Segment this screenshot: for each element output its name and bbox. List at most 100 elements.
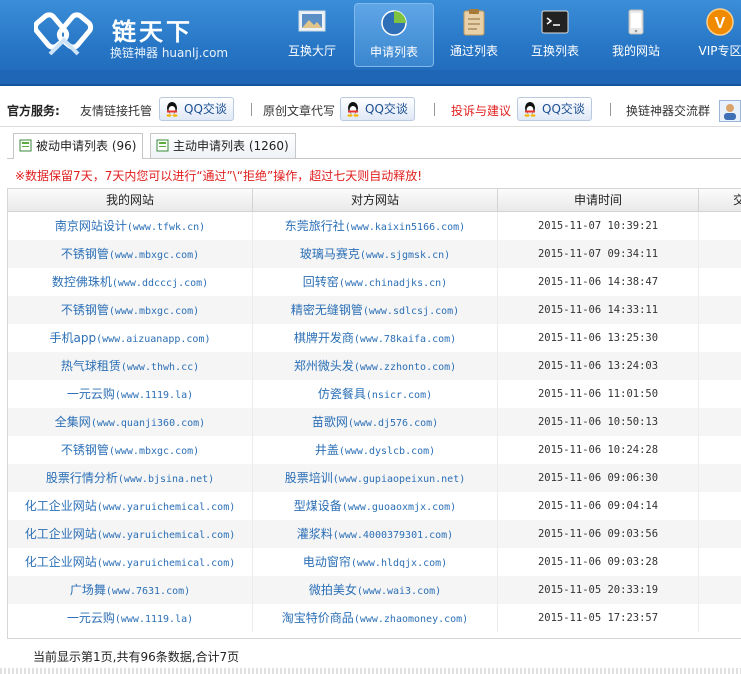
nav-applications[interactable]: 申请列表 [354,3,434,67]
their-site-name[interactable]: 精密无缝钢管 [291,303,363,317]
my-site-url[interactable]: (www.aizuanapp.com) [96,334,210,345]
qq-chat-button[interactable]: QQ交谈 [340,97,415,121]
their-site-url[interactable]: (www.gupiaopeixun.net) [333,474,465,485]
their-site-name[interactable]: 棋牌开发商 [294,331,354,345]
my-site-url[interactable]: (www.tfwk.cn) [127,222,205,233]
their-site-name[interactable]: 微拍美女 [309,583,357,597]
their-site-url[interactable]: (www.hldqjx.com) [351,558,447,569]
their-site-url[interactable]: (www.wai3.com) [357,586,441,597]
their-site-url[interactable]: (www.78kaifa.com) [354,334,456,345]
my-site-url[interactable]: (www.7631.com) [106,586,190,597]
my-site-url[interactable]: (www.bjsina.net) [118,474,214,485]
my-site-name[interactable]: 不锈钢管 [61,303,109,317]
their-site-name[interactable]: 井盖 [315,443,339,457]
my-site-name[interactable]: 南京网站设计 [55,219,127,233]
site-logo[interactable]: 链天下 换链神器 huanlj.com [34,6,244,66]
their-site-url[interactable]: (www.4000379301.com) [333,530,453,541]
cell-action[interactable] [699,604,741,632]
their-site-name[interactable]: 玻璃马赛克 [300,247,360,261]
nav-exchange-hall[interactable]: 互换大厅 [273,3,351,65]
my-site-url[interactable]: (www.mbxgc.com) [109,446,199,457]
my-site-url[interactable]: (www.yaruichemical.com) [97,530,235,541]
their-site-name[interactable]: 郑州微头发 [294,359,354,373]
cell-action[interactable] [699,548,741,576]
their-site-url[interactable]: (www.guoaoxmjx.com) [342,502,456,513]
cell-my-site: 全集网(www.quanji360.com) [8,408,253,436]
my-site-url[interactable]: (www.thwh.cc) [121,362,199,373]
cell-action[interactable] [699,380,741,408]
nav-approved[interactable]: 通过列表 [435,3,513,65]
their-site-name[interactable]: 淘宝特价商品 [282,611,354,625]
their-site-url[interactable]: (www.dyslcb.com) [339,446,435,457]
tab-passive-applications[interactable]: 被动申请列表 (96) [13,133,144,159]
cell-action[interactable] [699,268,741,296]
my-site-name[interactable]: 化工企业网站 [25,555,97,569]
cell-action[interactable] [699,408,741,436]
cell-action[interactable] [699,520,741,548]
their-site-name[interactable]: 苗歌网 [312,415,348,429]
service-complaints[interactable]: 投诉与建议 [451,102,511,119]
their-site-url[interactable]: (www.chinadjks.cn) [339,278,447,289]
cell-action[interactable] [699,436,741,464]
chain-logo-icon [34,12,94,56]
my-site-name[interactable]: 不锈钢管 [61,443,109,457]
their-site-name[interactable]: 灌浆料 [297,527,333,541]
apply-time: 2015-11-06 09:03:28 [537,556,659,568]
their-site-name[interactable]: 股票培训 [285,471,333,485]
qq-chat-button[interactable]: QQ交谈 [517,97,592,121]
service-article-writing[interactable]: 原创文章代写 [263,102,335,119]
qq-chat-button[interactable]: QQ交谈 [159,97,234,121]
my-site-name[interactable]: 股票行情分析 [46,471,118,485]
their-site-url[interactable]: (www.dj576.com) [348,418,438,429]
my-site-name[interactable]: 不锈钢管 [61,247,109,261]
my-site-name[interactable]: 手机app [50,331,97,345]
cell-action[interactable] [699,464,741,492]
header-underline [0,70,741,86]
cell-action[interactable] [699,296,741,324]
my-site-url[interactable]: (www.mbxgc.com) [109,250,199,261]
my-site-url[interactable]: (www.1119.la) [115,614,193,625]
service-exchange-group[interactable]: 换链神器交流群 [626,102,710,119]
my-site-name[interactable]: 一元云购 [67,611,115,625]
their-site-name[interactable]: 回转窑 [303,275,339,289]
my-site-url[interactable]: (www.1119.la) [115,390,193,401]
my-site-name[interactable]: 化工企业网站 [25,527,97,541]
my-site-url[interactable]: (www.ddcccj.com) [112,278,208,289]
cell-action[interactable] [699,240,741,268]
their-site-url[interactable]: (www.kaixin5166.com) [345,222,465,233]
their-site-url[interactable]: (www.sdlcsj.com) [363,306,459,317]
group-avatar-icon[interactable] [719,100,741,122]
my-site-url[interactable]: (www.quanji360.com) [91,418,205,429]
cell-action[interactable] [699,492,741,520]
service-link-hosting[interactable]: 友情链接托管 [80,102,152,119]
cell-their-site: 型煤设备(www.guoaoxmjx.com) [253,492,498,520]
table-row: 不锈钢管(www.mbxgc.com) 精密无缝钢管(www.sdlcsj.com… [8,296,741,324]
my-site-name[interactable]: 化工企业网站 [25,499,97,513]
cell-action[interactable] [699,576,741,604]
my-site-name[interactable]: 一元云购 [67,387,115,401]
my-site-name[interactable]: 广场舞 [70,583,106,597]
their-site-url[interactable]: (nsicr.com) [366,390,432,401]
cell-action[interactable] [699,324,741,352]
my-site-name[interactable]: 全集网 [55,415,91,429]
my-site-url[interactable]: (www.mbxgc.com) [109,306,199,317]
their-site-name[interactable]: 东莞旅行社 [285,219,345,233]
nav-vip[interactable]: V VIP专区 [685,3,741,65]
their-site-url[interactable]: (www.sjgmsk.cn) [360,250,450,261]
nav-exchanges[interactable]: 互换列表 [516,3,594,65]
my-site-name[interactable]: 数控佛珠机 [52,275,112,289]
my-site-name[interactable]: 热气球租赁 [61,359,121,373]
their-site-name[interactable]: 型煤设备 [294,499,342,513]
nav-label: 互换列表 [530,44,579,58]
cell-action[interactable] [699,212,741,240]
tab-active-applications[interactable]: 主动申请列表 (1260) [150,133,296,158]
their-site-url[interactable]: (www.zhaomoney.com) [354,614,468,625]
their-site-url[interactable]: (www.zzhonto.com) [354,362,456,373]
nav-my-sites[interactable]: 我的网站 [597,3,675,65]
their-site-name[interactable]: 电动窗帘 [303,555,351,569]
nav-label: 申请列表 [369,45,418,59]
their-site-name[interactable]: 仿瓷餐具 [318,387,366,401]
my-site-url[interactable]: (www.yaruichemical.com) [97,558,235,569]
my-site-url[interactable]: (www.yaruichemical.com) [97,502,235,513]
cell-action[interactable] [699,352,741,380]
